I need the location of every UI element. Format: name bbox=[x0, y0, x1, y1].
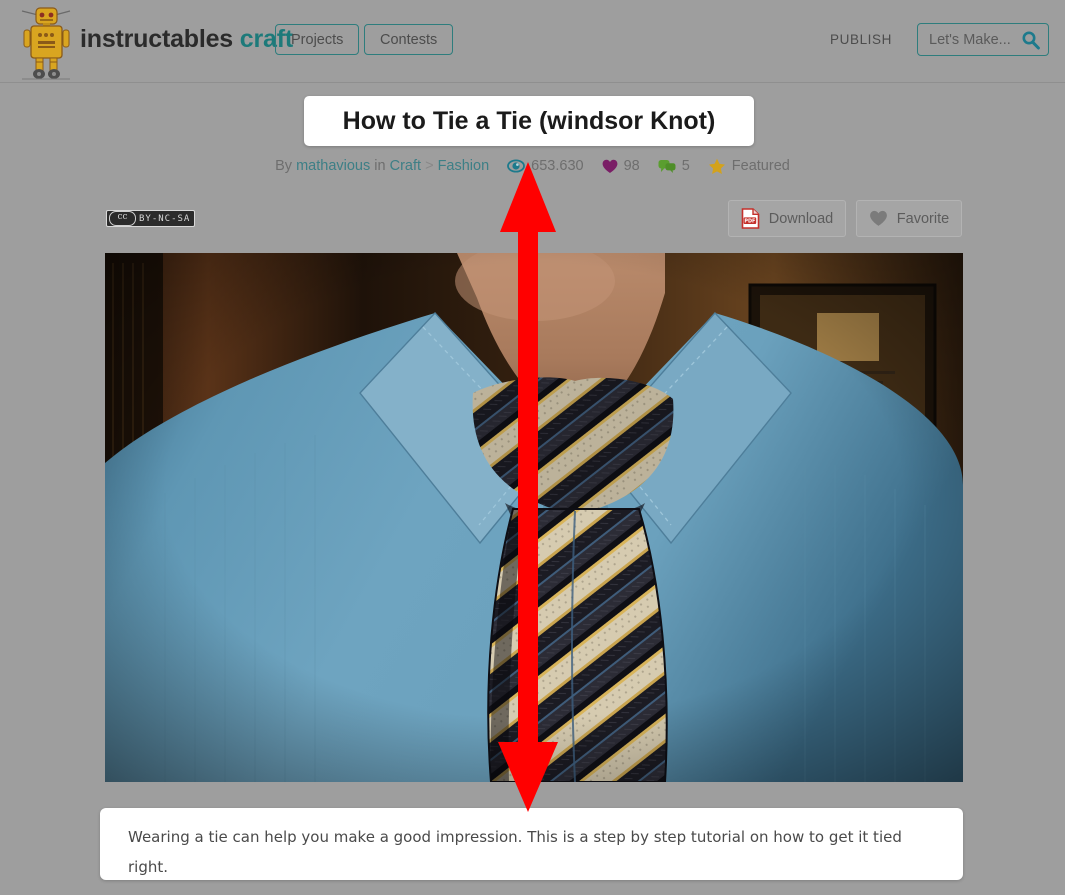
site-header: instructables craft Projects Contests PU… bbox=[0, 0, 1065, 83]
breadcrumb-separator: > bbox=[425, 158, 434, 174]
download-label: Download bbox=[768, 210, 834, 227]
page-root: instructables craft Projects Contests PU… bbox=[0, 0, 1065, 895]
hero-photo[interactable] bbox=[105, 253, 963, 782]
publish-link[interactable]: PUBLISH bbox=[830, 32, 892, 47]
instructables-robot-logo[interactable] bbox=[14, 2, 78, 82]
byline-prefix: By bbox=[275, 158, 293, 174]
heart-icon bbox=[869, 210, 887, 226]
license-terms: BY-NC-SA bbox=[139, 213, 191, 224]
category-link[interactable]: Craft bbox=[390, 158, 421, 174]
cc-mark: cc bbox=[109, 211, 136, 226]
nav-button-contests[interactable]: Contests bbox=[364, 24, 454, 55]
brand-main: instructables bbox=[80, 25, 234, 53]
hero-photo-illustration bbox=[105, 253, 963, 782]
article-meta-row: By mathavious in Craft > Fashion 653.630… bbox=[0, 155, 1065, 177]
byline: By mathavious in Craft > Fashion bbox=[275, 158, 489, 174]
favorite-button[interactable]: Favorite bbox=[856, 200, 962, 237]
caption-card: Wearing a tie can help you make a good i… bbox=[100, 808, 963, 880]
robot-icon bbox=[21, 7, 71, 80]
subcategory-link[interactable]: Fashion bbox=[438, 158, 490, 174]
nav-button-projects[interactable]: Projects bbox=[275, 24, 360, 55]
search-icon[interactable] bbox=[1021, 30, 1041, 50]
eye-icon bbox=[507, 159, 526, 173]
comment-icon bbox=[658, 159, 676, 173]
search-box[interactable] bbox=[917, 23, 1049, 57]
featured-label: Featured bbox=[731, 158, 790, 174]
download-button[interactable]: PDF Download bbox=[728, 200, 846, 237]
pdf-icon: PDF bbox=[741, 208, 760, 229]
views-count: 653.630 bbox=[531, 158, 584, 174]
comments-count: 5 bbox=[681, 158, 690, 174]
heart-icon bbox=[602, 159, 617, 173]
author-link[interactable]: mathavious bbox=[296, 158, 370, 174]
svg-text:PDF: PDF bbox=[744, 219, 755, 225]
caption-text: Wearing a tie can help you make a good i… bbox=[128, 828, 902, 876]
views-stat: 653.630 bbox=[507, 158, 584, 174]
brand-wordmark[interactable]: instructables craft bbox=[80, 25, 293, 54]
favorites-count: 98 bbox=[623, 158, 640, 174]
license-badge[interactable]: cc BY-NC-SA bbox=[106, 210, 196, 227]
page-title: How to Tie a Tie (windsor Knot) bbox=[342, 106, 716, 135]
article-title-card: How to Tie a Tie (windsor Knot) bbox=[304, 96, 754, 146]
favorite-label: Favorite bbox=[896, 210, 950, 227]
featured-stat: Featured bbox=[708, 158, 790, 175]
byline-in: in bbox=[374, 158, 386, 174]
star-icon bbox=[708, 158, 725, 174]
search-input[interactable] bbox=[927, 24, 1023, 57]
comments-stat: 5 bbox=[658, 158, 690, 174]
favorites-stat: 98 bbox=[602, 158, 640, 174]
